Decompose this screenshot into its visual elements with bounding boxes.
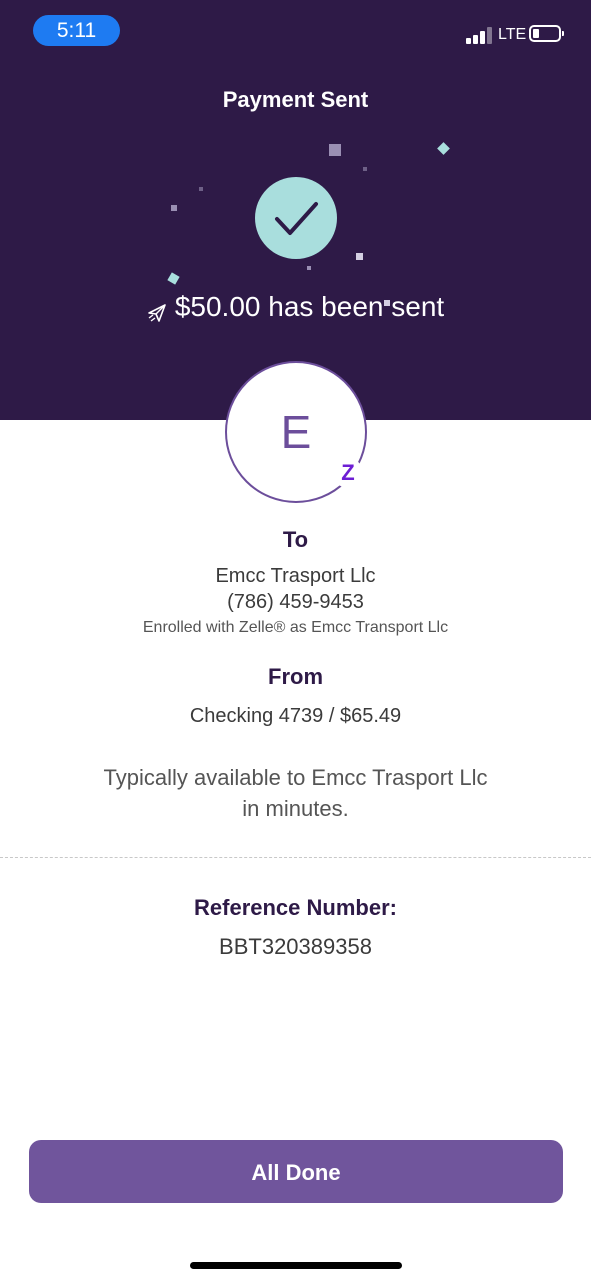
cellular-signal-icon: [466, 27, 492, 44]
confetti-decoration: [171, 205, 177, 211]
availability-note-line2: in minutes.: [242, 796, 349, 821]
confetti-decoration: [307, 266, 311, 270]
amount-sent-message: $50.00 has been sent: [0, 289, 591, 325]
status-time: 5:11: [33, 15, 120, 46]
confetti-decoration: [329, 144, 341, 156]
reference-number-heading: Reference Number:: [194, 895, 397, 920]
success-check-icon: [255, 177, 337, 259]
reference-number-value: BBT320389358: [219, 934, 372, 959]
battery-icon: [529, 25, 564, 42]
confetti-decoration: [199, 187, 203, 191]
zelle-enrollment-note: Enrolled with Zelle® as Emcc Transport L…: [142, 619, 449, 636]
from-heading: From: [268, 664, 323, 689]
home-indicator[interactable]: [190, 1262, 402, 1269]
paper-plane-icon: [147, 296, 167, 322]
confetti-decoration: [363, 167, 367, 171]
confetti-decoration: [437, 142, 450, 155]
confirmation-header: 5:11 LTE Payment Sent $50.00 has been se…: [0, 0, 591, 420]
zelle-icon: Z: [333, 458, 363, 488]
payment-sent-screen: 5:11 LTE Payment Sent $50.00 has been se…: [0, 0, 591, 1280]
to-heading: To: [282, 527, 309, 552]
recipient-phone: (786) 459-9453: [227, 591, 364, 613]
amount-sent-text: $50.00 has been sent: [174, 291, 445, 322]
all-done-button[interactable]: All Done: [29, 1140, 563, 1203]
network-type: LTE: [498, 26, 527, 43]
section-divider: [0, 857, 591, 858]
source-account: Checking 4739 / $65.49: [189, 705, 402, 727]
availability-note-line1: Typically available to Emcc Trasport Llc: [103, 765, 488, 790]
status-bar: 5:11 LTE: [0, 0, 591, 60]
confetti-decoration: [167, 272, 180, 285]
page-title: Payment Sent: [222, 87, 369, 112]
confetti-decoration: [356, 253, 363, 260]
recipient-name: Emcc Trasport Llc: [215, 565, 376, 587]
